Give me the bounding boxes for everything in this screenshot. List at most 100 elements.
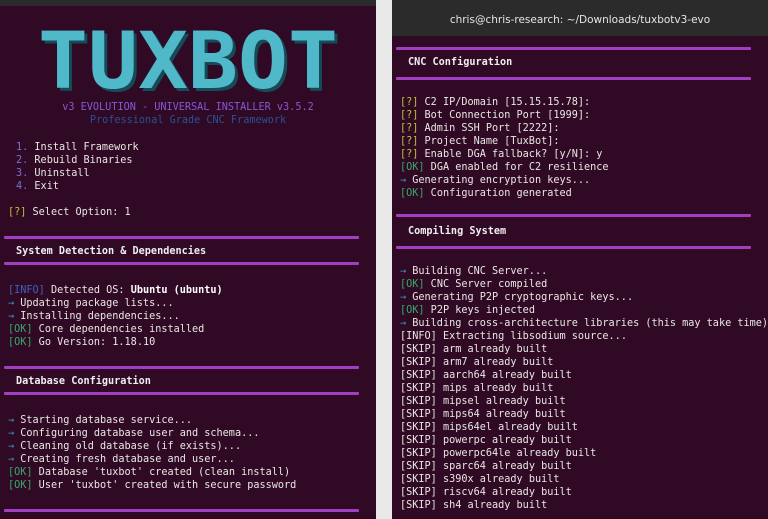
log-line: [?] Admin SSH Port [2222]: — [400, 122, 559, 135]
menu-item-number: 2. — [16, 155, 29, 166]
status-tag: [INFO] — [8, 285, 45, 296]
log-text: Building cross-architecture libraries (t… — [406, 318, 768, 329]
status-tag: [SKIP] — [400, 409, 437, 420]
log-line: [?] Enable DGA fallback? [y/N]: y — [400, 148, 602, 161]
section-title-compiling: Compiling System — [408, 226, 507, 237]
detected-os-value: Ubuntu (ubuntu) — [130, 285, 223, 296]
section-rule — [4, 366, 359, 369]
log-text: Go Version: 1.18.10 — [32, 337, 156, 348]
status-tag: [SKIP] — [400, 448, 437, 459]
tuxbot-logo: TUXBOTTUXBOT — [38, 17, 341, 96]
log-line: [OK] Database 'tuxbot' created (clean in… — [8, 466, 290, 479]
section-rule — [4, 509, 359, 512]
status-tag: [SKIP] — [400, 487, 437, 498]
status-tag: [SKIP] — [400, 474, 437, 485]
log-line: [?] Project Name [TuxBot]: — [400, 135, 559, 148]
status-tag: [?] — [400, 123, 419, 134]
log-line: [SKIP] powerpc64le already built — [400, 447, 596, 460]
log-line: [SKIP] mips already built — [400, 382, 553, 395]
status-tag: [OK] — [8, 337, 33, 348]
log-text: Database 'tuxbot' created (clean install… — [32, 467, 291, 478]
log-line: → Building CNC Server... — [400, 265, 547, 278]
log-text: C2 IP/Domain [15.15.15.78]: — [418, 97, 591, 108]
status-tag: [OK] — [8, 467, 33, 478]
menu-item-label: Exit — [34, 181, 59, 192]
right-terminal-window: chris@chris-research: ~/Downloads/tuxbot… — [392, 0, 768, 519]
status-tag: [?] — [400, 136, 419, 147]
log-text: Building CNC Server... — [406, 266, 548, 277]
log-line: [SKIP] mips64el already built — [400, 421, 578, 434]
log-line: [OK] Go Version: 1.18.10 — [8, 336, 155, 349]
log-text: DGA enabled for C2 resilience — [424, 162, 609, 173]
log-text: User 'tuxbot' created with secure passwo… — [32, 480, 297, 491]
menu-item-label: Install Framework — [34, 142, 139, 153]
log-text: arm7 already built — [436, 357, 554, 368]
log-text: sh4 already built — [436, 500, 548, 511]
log-text: powerpc already built — [436, 435, 572, 446]
window-titlebar[interactable]: chris@chris-research: ~/Downloads/tuxbot… — [392, 0, 768, 36]
log-text: Creating fresh database and user... — [14, 454, 235, 465]
section-rule — [4, 392, 359, 395]
log-text: mips already built — [436, 383, 554, 394]
log-text: Cleaning old database (if exists)... — [14, 441, 242, 452]
log-text: mipsel already built — [436, 396, 566, 407]
status-tag: [SKIP] — [400, 370, 437, 381]
status-tag: [OK] — [400, 188, 425, 199]
section-title-system: System Detection & Dependencies — [16, 246, 207, 257]
log-line: [SKIP] sh4 already built — [400, 499, 547, 512]
status-tag: [?] — [400, 149, 419, 160]
log-line: [?] Bot Connection Port [1999]: — [400, 109, 590, 122]
log-text: Extracting libsodium source... — [436, 331, 627, 342]
prompt-tag: [?] — [8, 207, 27, 218]
log-line: → Configuring database user and schema..… — [8, 427, 259, 440]
select-option-text: Select Option: 1 — [26, 207, 131, 218]
log-line: → Installing dependencies... — [8, 310, 180, 323]
log-line: [OK] DGA enabled for C2 resilience — [400, 161, 609, 174]
log-line: → Updating package lists... — [8, 297, 174, 310]
log-text: riscv64 already built — [436, 487, 572, 498]
section-rule — [396, 47, 751, 50]
status-tag: [OK] — [8, 324, 33, 335]
section-rule — [4, 236, 359, 239]
status-tag: [OK] — [400, 162, 425, 173]
log-text: Configuration generated — [424, 188, 572, 199]
status-tag: [SKIP] — [400, 435, 437, 446]
status-tag: [SKIP] — [400, 461, 437, 472]
log-text: Generating P2P cryptographic keys... — [406, 292, 634, 303]
log-text: Detected OS: — [44, 285, 131, 296]
log-text: sparc64 already built — [436, 461, 572, 472]
log-text: Admin SSH Port [2222]: — [418, 123, 560, 134]
logo-text: TUXBOT — [38, 17, 338, 96]
log-line: [INFO] Detected OS: Ubuntu (ubuntu) — [8, 284, 223, 297]
log-text: mips64 already built — [436, 409, 566, 420]
log-text: s390x already built — [436, 474, 560, 485]
status-tag: [OK] — [400, 305, 425, 316]
section-rule — [396, 77, 751, 80]
version-line: v3 EVOLUTION - UNIVERSAL INSTALLER v3.5.… — [62, 102, 314, 113]
log-line: [SKIP] sparc64 already built — [400, 460, 572, 473]
log-text: CNC Server compiled — [424, 279, 548, 290]
menu-item-number: 3. — [16, 168, 29, 179]
log-text: Enable DGA fallback? [y/N]: y — [418, 149, 603, 160]
log-line: [INFO] Extracting libsodium source... — [400, 330, 627, 343]
status-tag: [INFO] — [400, 331, 437, 342]
section-rule — [396, 246, 751, 249]
menu-item-label: Uninstall — [34, 168, 90, 179]
log-line: [SKIP] arm7 already built — [400, 356, 553, 369]
select-option-line: [?] Select Option: 1 — [8, 206, 131, 219]
subtitle-line: Professional Grade CNC Framework — [89, 115, 287, 126]
status-tag: [SKIP] — [400, 357, 437, 368]
status-tag: [OK] — [400, 279, 425, 290]
log-text: Starting database service... — [14, 415, 193, 426]
log-line: [OK] CNC Server compiled — [400, 278, 547, 291]
status-tag: [SKIP] — [400, 383, 437, 394]
log-text: Core dependencies installed — [32, 324, 205, 335]
menu-item-label: Rebuild Binaries — [34, 155, 133, 166]
log-text: Installing dependencies... — [14, 311, 180, 322]
status-tag: [SKIP] — [400, 500, 437, 511]
log-line: [SKIP] mipsel already built — [400, 395, 566, 408]
log-line: [SKIP] riscv64 already built — [400, 486, 572, 499]
section-title-database: Database Configuration — [16, 376, 151, 387]
menu-item: 2. Rebuild Binaries — [16, 154, 133, 167]
log-text: Bot Connection Port [1999]: — [418, 110, 591, 121]
